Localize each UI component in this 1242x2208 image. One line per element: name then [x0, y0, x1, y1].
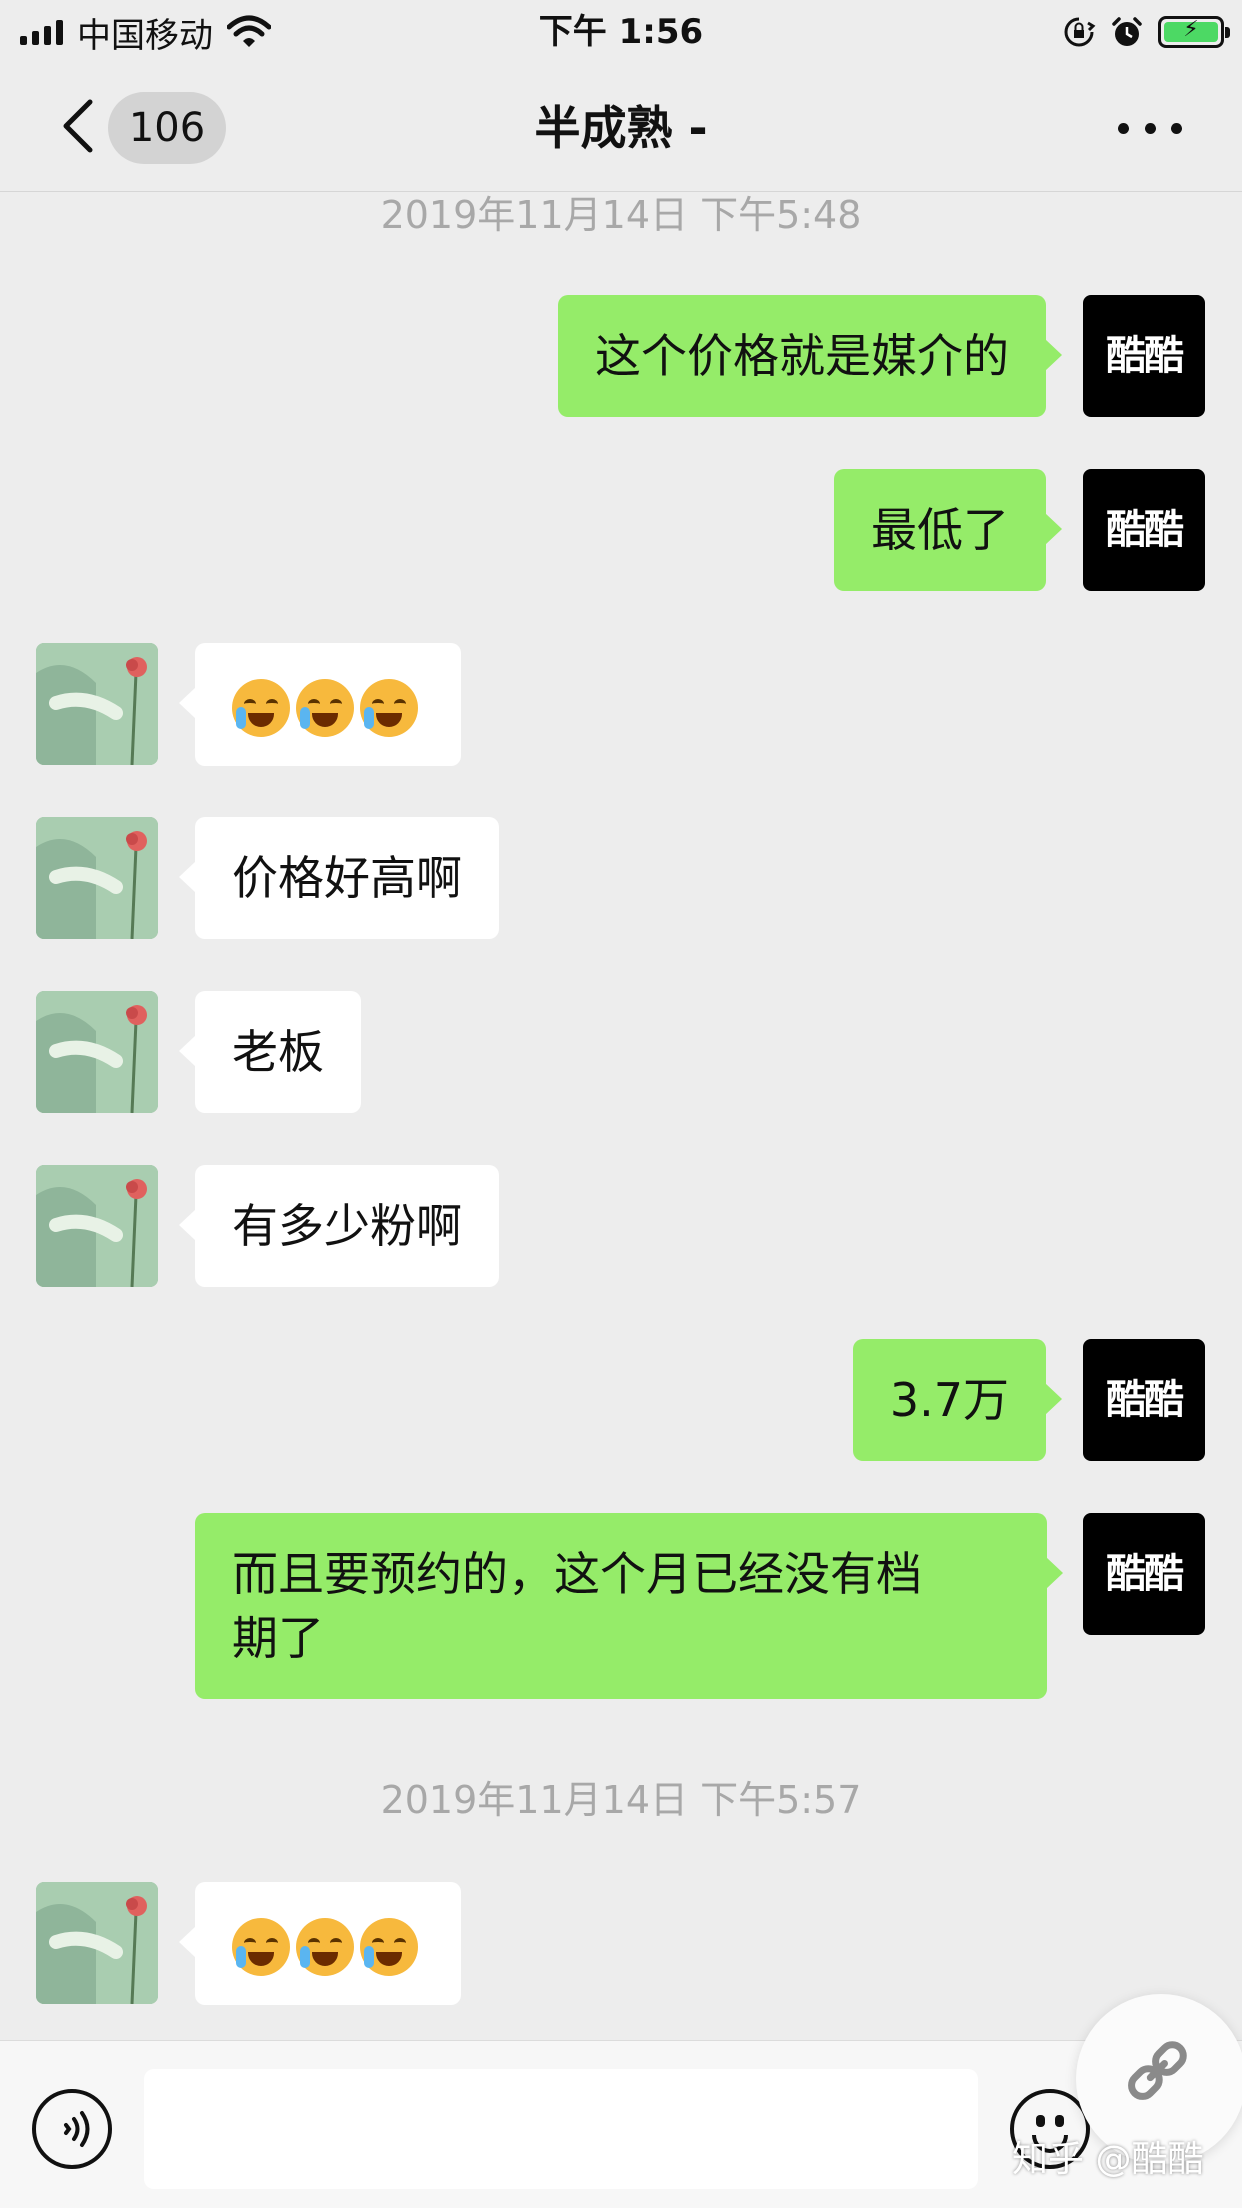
message-bubble-sent[interactable]: 而且要预约的，这个月已经没有档 期了 [195, 1513, 1063, 1699]
status-bar: 中国移动 下午 1:56 [0, 0, 1242, 64]
watermark: 知乎 @酷酷 [1012, 2139, 1204, 2180]
message-bubble-sent[interactable]: 这个价格就是媒介的 [558, 295, 1062, 417]
alarm-icon [1112, 17, 1142, 46]
contact-avatar[interactable] [36, 817, 158, 939]
message-bubble-sent[interactable]: 3.7万 [852, 1339, 1063, 1461]
face-with-tears-icon [360, 678, 418, 737]
input-bar [0, 2040, 1242, 2208]
avatar-rose-illustration [36, 1165, 158, 1287]
message-bubble-received[interactable]: 价格好高啊 [179, 817, 499, 939]
message-bubble-received[interactable]: 老板 [179, 991, 361, 1113]
face-with-tears-icon [360, 1917, 418, 1976]
avatar-rose-illustration [36, 817, 158, 939]
chat-title: 半成熟 - [534, 101, 708, 155]
battery-charging-icon [1158, 16, 1230, 48]
message-line: 而且要预约的，这个月已经没有档 [232, 1547, 922, 1601]
message-bubble-received[interactable] [179, 643, 461, 766]
my-avatar[interactable]: 酷酷 [1083, 295, 1205, 417]
status-time: 下午 1:56 [538, 12, 704, 52]
avatar-rose-illustration [36, 991, 158, 1113]
avatar-rose-illustration [36, 1882, 158, 2004]
my-avatar[interactable]: 酷酷 [1083, 469, 1205, 591]
message-input[interactable] [144, 2069, 978, 2189]
my-avatar[interactable]: 酷酷 [1083, 1339, 1205, 1461]
face-with-tears-icon [232, 678, 290, 737]
contact-avatar[interactable] [36, 991, 158, 1113]
rotation-lock-icon [1064, 17, 1096, 47]
face-with-tears-icon [296, 678, 354, 737]
timestamp: 2019年11月14日 下午5:48 [380, 193, 862, 237]
chat-header: 106 半成熟 - [0, 64, 1242, 192]
more-dots-icon[interactable] [1118, 116, 1182, 140]
face-with-tears-icon [296, 1917, 354, 1976]
timestamp: 2019年11月14日 下午5:57 [380, 1778, 862, 1822]
contact-avatar[interactable] [36, 1882, 158, 2004]
message-bubble-received[interactable]: 有多少粉啊 [179, 1165, 499, 1287]
message-list[interactable]: 2019年11月14日 下午5:48 酷酷 这个价格就是媒介的 酷酷 最低了 价… [0, 192, 1242, 2040]
contact-avatar[interactable] [36, 643, 158, 765]
avatar-rose-illustration [36, 643, 158, 765]
message-bubble-sent[interactable]: 最低了 [834, 469, 1062, 591]
status-bar-right [1062, 12, 1230, 52]
contact-avatar[interactable] [36, 1165, 158, 1287]
my-avatar[interactable]: 酷酷 [1083, 1513, 1205, 1635]
voice-icon[interactable] [32, 2089, 112, 2169]
message-line: 期了 [232, 1611, 324, 1665]
face-with-tears-icon [232, 1917, 290, 1976]
message-bubble-received[interactable] [179, 1882, 461, 2005]
